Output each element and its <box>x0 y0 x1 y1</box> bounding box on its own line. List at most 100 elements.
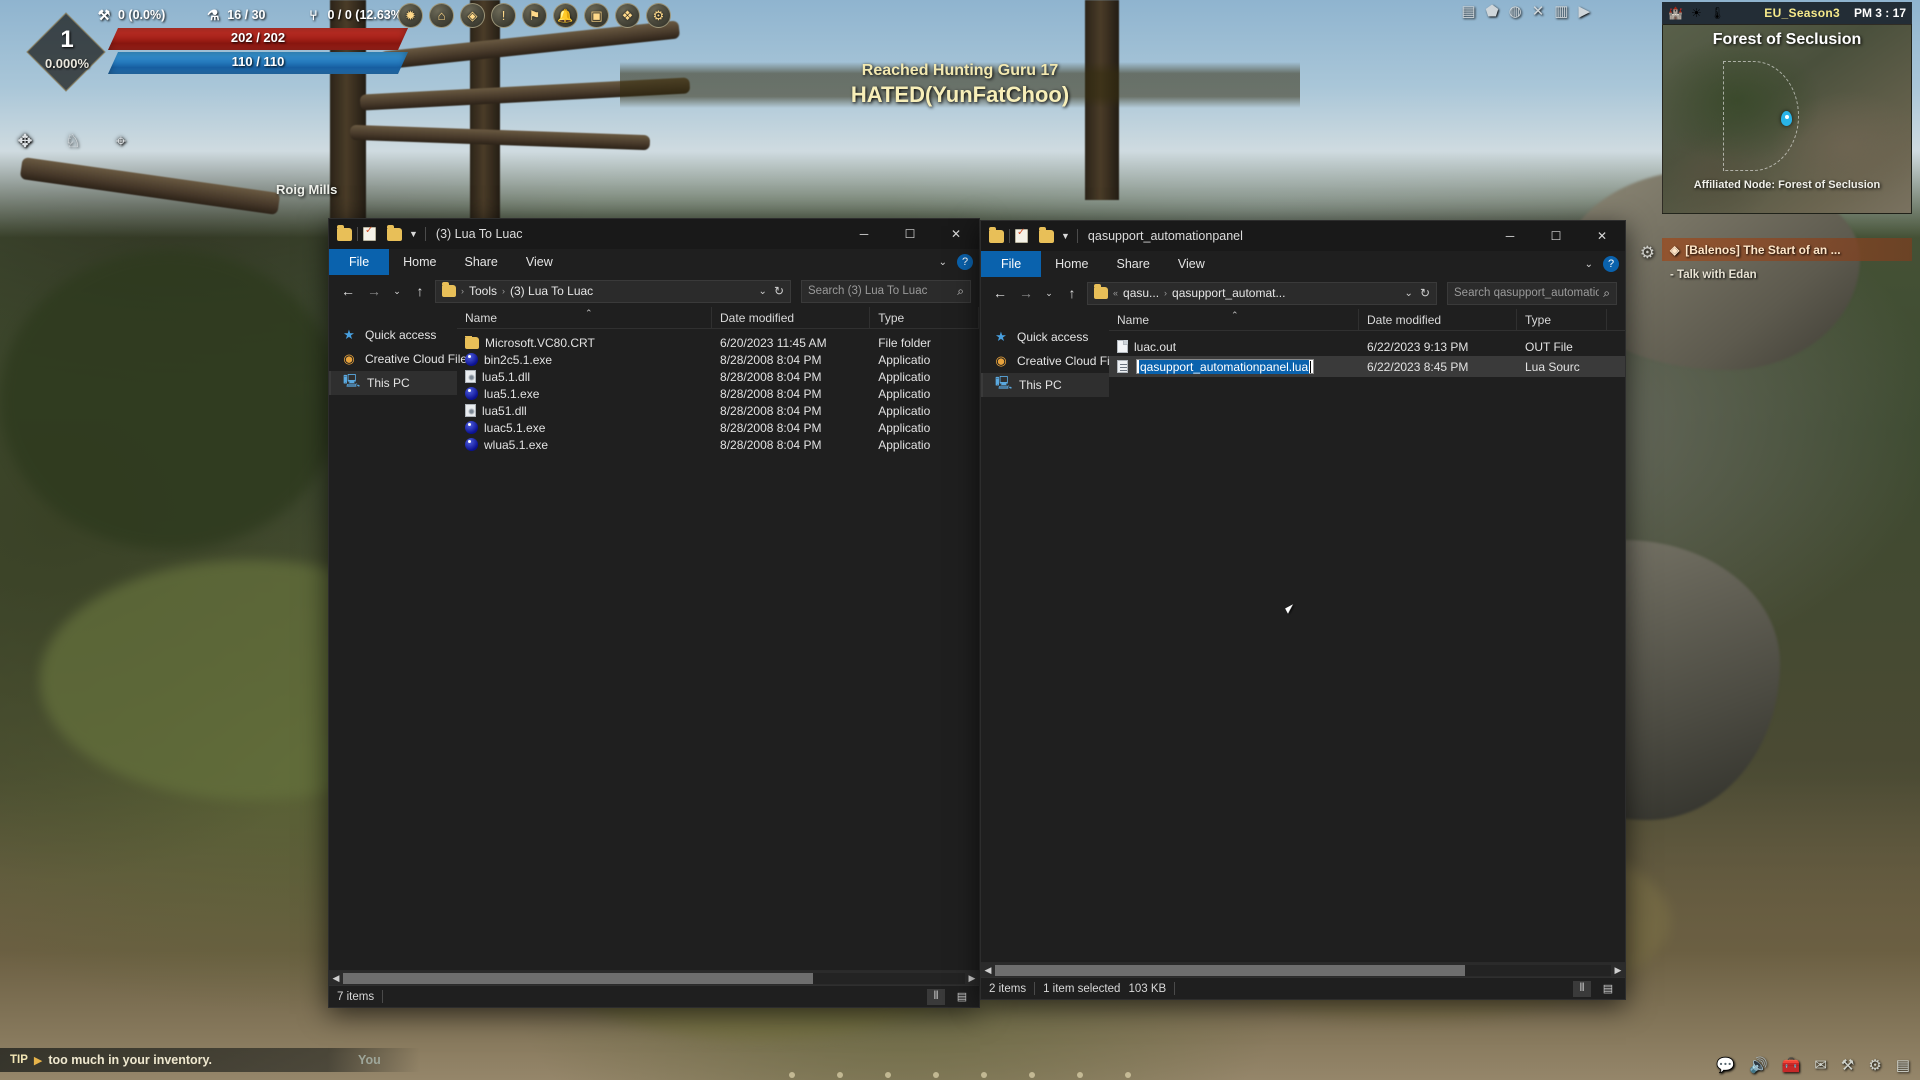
gear-menu-icon[interactable]: ⚙ <box>646 2 671 28</box>
hotbar-slot[interactable] <box>1125 1072 1131 1078</box>
search-input[interactable] <box>808 285 954 297</box>
sidebar-item-this-pc[interactable]: 🖳 This PC <box>329 371 457 395</box>
table-row[interactable]: lua5.1.exe 8/28/2008 8:04 PM Applicatio <box>457 385 979 402</box>
minimize-button[interactable]: ─ <box>1487 221 1533 251</box>
file-name-cell[interactable]: luac.out <box>1109 340 1359 354</box>
address-dropdown-icon[interactable]: ⌄ <box>1405 288 1413 299</box>
help-icon[interactable]: ? <box>1603 256 1619 272</box>
close-button[interactable]: ✕ <box>933 219 979 249</box>
breadcrumb-0[interactable]: qasu... <box>1123 286 1159 300</box>
file-name-cell[interactable]: qasupport_automationpanel.lua <box>1109 359 1359 374</box>
magnifier-tool-icon[interactable]: ⌖ <box>108 128 134 154</box>
column-header-date-modified[interactable]: Date modified <box>1359 309 1517 330</box>
ribbon-right-controls[interactable]: ⌄ ? <box>1585 251 1619 277</box>
recent-locations-button[interactable]: ⌄ <box>389 286 405 297</box>
back-button[interactable]: ← <box>337 283 359 299</box>
help-icon[interactable]: ? <box>957 254 973 270</box>
hotbar-slot[interactable] <box>981 1072 987 1078</box>
compass-icon[interactable]: ✹ <box>398 2 423 28</box>
codex-icon[interactable]: ❖ <box>615 2 640 28</box>
menu-icon[interactable]: ▤ <box>1896 1056 1910 1074</box>
settings-icon[interactable]: ⚙ <box>1868 1056 1881 1074</box>
sidebar-item-creative-cloud-files[interactable]: ◉ Creative Cloud Files <box>981 349 1125 373</box>
quest-icon[interactable]: ! <box>491 2 516 28</box>
pearl-shop-icon[interactable]: ◈ <box>460 2 485 28</box>
play-icon[interactable]: ▶ <box>1578 2 1590 20</box>
tab-share[interactable]: Share <box>451 249 512 275</box>
maximize-button[interactable]: ☐ <box>887 219 933 249</box>
tab-view[interactable]: View <box>512 249 567 275</box>
hud-skill-icons[interactable]: ✥ ♘ ⌖ <box>12 128 134 154</box>
chevron-right-icon[interactable]: › <box>502 286 505 296</box>
forward-button[interactable]: → <box>1015 285 1037 301</box>
table-row[interactable]: lua5.1.dll 8/28/2008 8:04 PM Applicatio <box>457 368 979 385</box>
breadcrumb-1[interactable]: (3) Lua To Luac <box>510 284 593 298</box>
scrollbar-track[interactable] <box>995 964 1611 976</box>
sidebar-item-quick-access[interactable]: ★ Quick access <box>981 325 1109 349</box>
up-button[interactable]: ↑ <box>1061 285 1083 301</box>
window-titlebar[interactable]: ▼ qasupport_automationpanel ─ ☐ ✕ <box>981 221 1625 251</box>
forward-button[interactable]: → <box>363 283 385 299</box>
tab-view[interactable]: View <box>1164 251 1219 277</box>
voice-icon[interactable]: 🔊 <box>1749 1056 1768 1074</box>
folder-qat-icon[interactable] <box>989 226 1004 243</box>
chevron-right-icon[interactable]: › <box>461 286 464 296</box>
minimize-button[interactable]: ─ <box>841 219 887 249</box>
file-rows[interactable]: luac.out 6/22/2023 9:13 PM OUT File qasu… <box>1109 331 1625 962</box>
new-folder-qat-icon[interactable] <box>1039 226 1054 243</box>
properties-qat-icon[interactable] <box>363 225 376 241</box>
explorer-window-qasupport-automationpanel[interactable]: ▼ qasupport_automationpanel ─ ☐ ✕ File H… <box>980 220 1626 1000</box>
tab-home[interactable]: Home <box>389 249 450 275</box>
recent-locations-button[interactable]: ⌄ <box>1041 288 1057 299</box>
window-controls[interactable]: ─ ☐ ✕ <box>1487 221 1625 251</box>
video-icon[interactable]: ▥ <box>1554 2 1568 20</box>
column-headers[interactable]: Name Date modified Type ⌃ <box>1109 309 1625 331</box>
quest-tracker[interactable]: ◈ [Balenos] The Start of an ... - Talk w… <box>1662 238 1912 281</box>
refresh-icon[interactable]: ↻ <box>1420 286 1430 300</box>
guild-icon[interactable]: ⚑ <box>522 2 547 28</box>
table-row[interactable]: wlua5.1.exe 8/28/2008 8:04 PM Applicatio <box>457 436 979 453</box>
table-row[interactable]: luac.out 6/22/2023 9:13 PM OUT File <box>1109 337 1625 356</box>
bell-icon[interactable]: 🔔 <box>553 2 578 28</box>
hotbar-slot[interactable] <box>933 1072 939 1078</box>
table-row[interactable]: bin2c5.1.exe 8/28/2008 8:04 PM Applicati… <box>457 351 979 368</box>
horizontal-scrollbar[interactable]: ◀ ▶ <box>981 962 1625 977</box>
scroll-left-icon[interactable]: ◀ <box>329 973 343 984</box>
navigation-bar[interactable]: ← → ⌄ ↑ « qasu... › qasupport_automat...… <box>981 277 1625 309</box>
file-name-cell[interactable]: lua51.dll <box>457 404 712 418</box>
sidebar-item-this-pc[interactable]: 🖳 This PC <box>981 373 1109 397</box>
chevron-down-icon[interactable]: ▼ <box>1061 231 1070 241</box>
quick-access-toolbar[interactable]: ▼ <box>989 226 1078 243</box>
file-name-cell[interactable]: lua5.1.dll <box>457 370 712 384</box>
chat-icon[interactable]: 💬 <box>1716 1056 1735 1074</box>
horizontal-scrollbar[interactable]: ◀ ▶ <box>329 970 979 985</box>
screenshot-icon[interactable]: ▤ <box>1461 2 1475 20</box>
sidebar-item-quick-access[interactable]: ★ Quick access <box>329 323 457 347</box>
minimap-body[interactable]: Forest of Seclusion Affiliated Node: For… <box>1662 24 1912 214</box>
chevron-down-icon[interactable]: ⌄ <box>939 257 947 268</box>
tab-file[interactable]: File <box>329 249 390 275</box>
large-icons-view-button[interactable]: ▤ <box>953 989 971 1005</box>
horse-icon[interactable]: ♘ <box>60 128 86 154</box>
hotbar-slot[interactable] <box>885 1072 891 1078</box>
navigation-bar[interactable]: ← → ⌄ ↑ › Tools › (3) Lua To Luac ⌄ ↻ ⌕ <box>329 275 979 307</box>
scroll-left-icon[interactable]: ◀ <box>981 965 995 976</box>
search-icon[interactable]: ⌕ <box>1603 286 1610 301</box>
table-row[interactable]: Microsoft.VC80.CRT 6/20/2023 11:45 AM Fi… <box>457 334 979 351</box>
file-name-cell[interactable]: Microsoft.VC80.CRT <box>457 335 712 350</box>
sidebar-item-creative-cloud-files[interactable]: ◉ Creative Cloud Files <box>329 347 473 371</box>
search-icon[interactable]: ⌕ <box>957 284 964 299</box>
ribbon-tabs[interactable]: File Home Share View ⌄ ? <box>981 251 1625 277</box>
breadcrumb-1[interactable]: qasupport_automat... <box>1172 286 1285 300</box>
scrollbar-thumb[interactable] <box>995 964 1465 976</box>
search-box[interactable]: ⌕ <box>1447 281 1617 305</box>
quick-access-toolbar[interactable]: ▼ <box>337 224 426 241</box>
window-titlebar[interactable]: ▼ (3) Lua To Luac ─ ☐ ✕ <box>329 219 979 249</box>
chevron-right-icon[interactable]: › <box>1164 288 1167 298</box>
back-button[interactable]: ← <box>989 285 1011 301</box>
minimap[interactable]: 🏰 ☀ 🌡 EU_Season3 PM 3 : 17 Forest of Sec… <box>1662 2 1912 214</box>
navigation-pane[interactable]: ★ Quick access ◉ Creative Cloud Files 🖳 … <box>329 307 473 970</box>
scroll-right-icon[interactable]: ▶ <box>965 973 979 984</box>
globe-icon[interactable]: ◍ <box>1509 2 1522 20</box>
tab-file[interactable]: File <box>981 251 1042 277</box>
